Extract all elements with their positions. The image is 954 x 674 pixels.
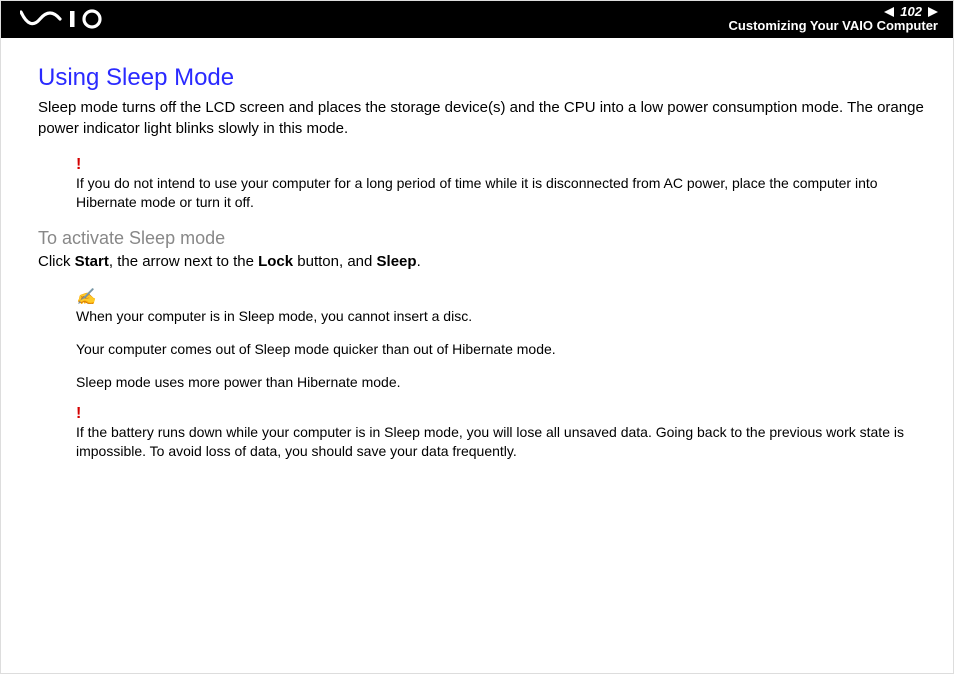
- page-nav: 102: [884, 5, 938, 19]
- instr-start: Start: [75, 253, 109, 270]
- info-icon: ✍: [76, 290, 924, 306]
- warning-note-1: ! If you do not intend to use your compu…: [76, 157, 924, 212]
- instr-text: button, and: [293, 253, 376, 270]
- header-nav: 102 Customizing Your VAIO Computer: [729, 5, 938, 34]
- instr-text: Click: [38, 253, 75, 270]
- instr-text: .: [417, 253, 421, 270]
- info-note: ✍ When your computer is in Sleep mode, y…: [76, 290, 924, 392]
- page-title: Using Sleep Mode: [38, 62, 924, 94]
- warning-text: If the battery runs down while your comp…: [76, 423, 924, 461]
- info-text-1: When your computer is in Sleep mode, you…: [76, 307, 924, 326]
- instr-text: , the arrow next to the: [109, 253, 258, 270]
- next-page-arrow-icon[interactable]: [928, 7, 938, 17]
- breadcrumb: Customizing Your VAIO Computer: [729, 19, 938, 33]
- prev-page-arrow-icon[interactable]: [884, 7, 894, 17]
- info-text-2: Your computer comes out of Sleep mode qu…: [76, 340, 924, 359]
- instr-lock: Lock: [258, 253, 293, 270]
- warning-icon: !: [76, 157, 924, 173]
- instr-sleep: Sleep: [377, 253, 417, 270]
- page-number: 102: [900, 5, 922, 19]
- instruction-line: Click Start, the arrow next to the Lock …: [38, 252, 924, 272]
- page-content: Using Sleep Mode Sleep mode turns off th…: [0, 38, 954, 461]
- vaio-logo: [20, 9, 130, 29]
- warning-text: If you do not intend to use your compute…: [76, 174, 924, 212]
- info-text-3: Sleep mode uses more power than Hibernat…: [76, 373, 924, 392]
- intro-paragraph: Sleep mode turns off the LCD screen and …: [38, 98, 924, 139]
- section-subhead: To activate Sleep mode: [38, 226, 924, 250]
- warning-icon: !: [76, 406, 924, 422]
- warning-note-2: ! If the battery runs down while your co…: [76, 406, 924, 461]
- header-bar: 102 Customizing Your VAIO Computer: [0, 0, 954, 38]
